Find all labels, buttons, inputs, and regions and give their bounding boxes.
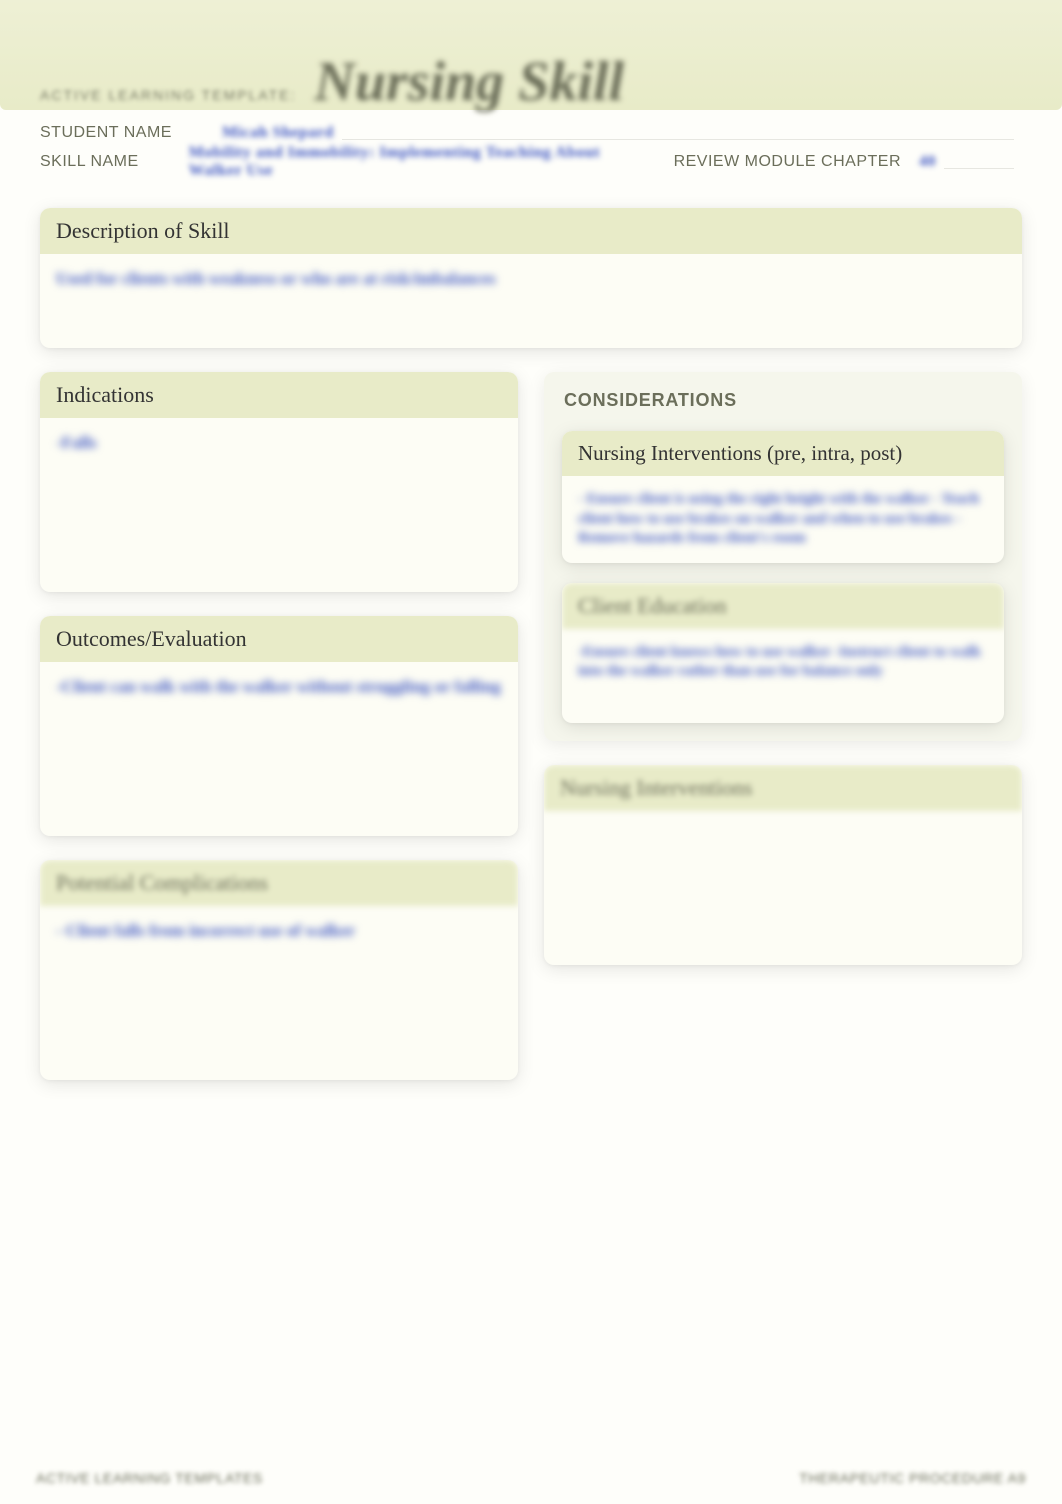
client-education-body: -Ensure client knows how to use walker -… <box>562 629 1004 723</box>
interventions-pre-header: Nursing Interventions (pre, intra, post) <box>562 431 1004 476</box>
underline <box>944 155 1014 169</box>
nursing-interventions-header: Nursing Interventions <box>544 765 1022 811</box>
outcomes-header: Outcomes/Evaluation <box>40 616 518 662</box>
complications-card: Potential Complications - Client falls f… <box>40 860 518 1080</box>
description-body: Used for clients with weakness or who ar… <box>40 254 1022 348</box>
interventions-pre-body: - Ensure client is using the right heigh… <box>562 476 1004 563</box>
interventions-pre-card: Nursing Interventions (pre, intra, post)… <box>562 431 1004 563</box>
complications-body: - Client falls from incorrect use of wal… <box>40 906 518 1080</box>
meta-section: STUDENT NAME Micah Shepard SKILL NAME Mo… <box>0 110 1062 194</box>
complications-header: Potential Complications <box>40 860 518 906</box>
page-title: Nursing Skill <box>314 50 624 114</box>
skill-name-row: SKILL NAME Mobility and Immobility: Impl… <box>40 144 1022 180</box>
description-row: Description of Skill Used for clients wi… <box>40 208 1022 348</box>
indications-header: Indications <box>40 372 518 418</box>
review-chapter-value: 40 <box>919 153 936 171</box>
footer-right: THERAPEUTIC PROCEDURE A9 <box>799 1470 1026 1486</box>
content-area: Description of Skill Used for clients wi… <box>0 194 1062 1080</box>
considerations-wrap: CONSIDERATIONS Nursing Interventions (pr… <box>544 372 1022 741</box>
two-column-area: Indications -Falls Outcomes/Evaluation -… <box>40 372 1022 1080</box>
student-name-value: Micah Shepard <box>222 124 334 142</box>
description-card: Description of Skill Used for clients wi… <box>40 208 1022 348</box>
indications-body: -Falls <box>40 418 518 592</box>
student-name-row: STUDENT NAME Micah Shepard <box>40 124 1022 142</box>
outcomes-card: Outcomes/Evaluation -Client can walk wit… <box>40 616 518 836</box>
description-header: Description of Skill <box>40 208 1022 254</box>
client-education-card: Client Education -Ensure client knows ho… <box>562 583 1004 723</box>
underline <box>342 126 1014 140</box>
left-column: Indications -Falls Outcomes/Evaluation -… <box>40 372 518 1080</box>
skill-name-value: Mobility and Immobility: Implementing Te… <box>189 144 618 180</box>
outcomes-body: -Client can walk with the walker without… <box>40 662 518 836</box>
template-label: ACTIVE LEARNING TEMPLATE: <box>40 87 296 103</box>
nursing-interventions-body <box>544 811 1022 965</box>
client-education-header: Client Education <box>562 583 1004 629</box>
top-banner: ACTIVE LEARNING TEMPLATE: Nursing Skill <box>0 0 1062 110</box>
footer-left: ACTIVE LEARNING TEMPLATES <box>36 1470 263 1486</box>
nursing-interventions-card: Nursing Interventions <box>544 765 1022 965</box>
skill-name-label: SKILL NAME <box>40 153 139 171</box>
footer: ACTIVE LEARNING TEMPLATES THERAPEUTIC PR… <box>0 1470 1062 1486</box>
student-name-label: STUDENT NAME <box>40 124 172 142</box>
indications-card: Indications -Falls <box>40 372 518 592</box>
considerations-title: CONSIDERATIONS <box>564 390 1004 411</box>
review-chapter-label: REVIEW MODULE CHAPTER <box>674 153 901 171</box>
right-column: CONSIDERATIONS Nursing Interventions (pr… <box>544 372 1022 1080</box>
page: ACTIVE LEARNING TEMPLATE: Nursing Skill … <box>0 0 1062 1504</box>
